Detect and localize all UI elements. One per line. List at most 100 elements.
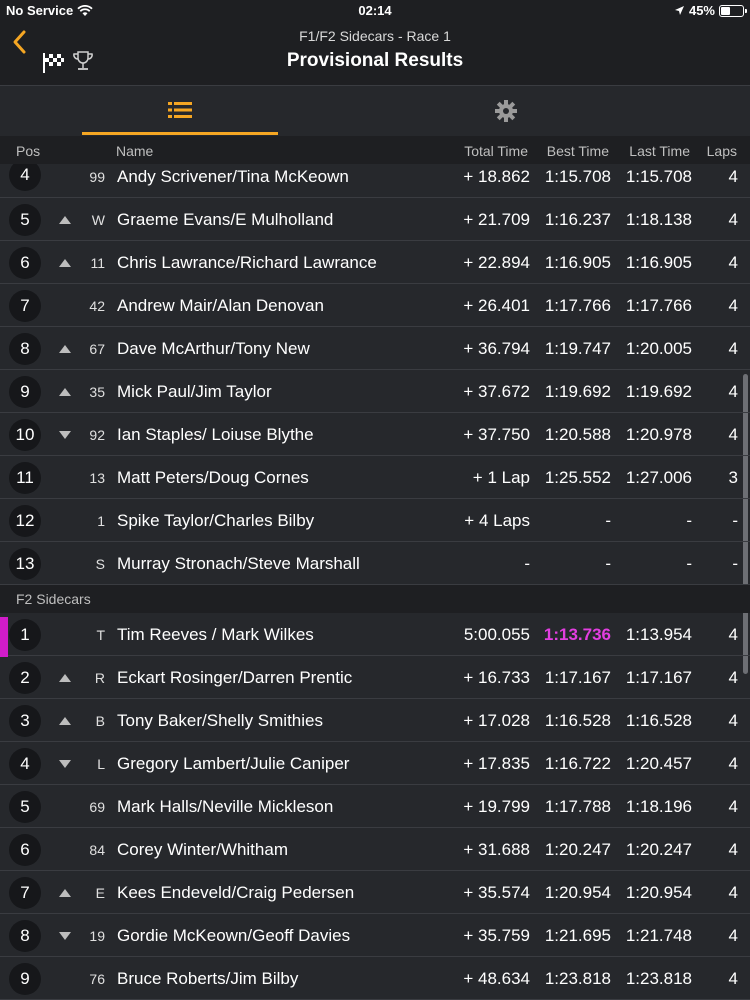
battery-level [721,6,731,15]
col-name[interactable]: Name [116,143,153,159]
position-badge: 6 [9,834,41,866]
position-down-icon [59,760,71,768]
col-pos[interactable]: Pos [16,143,40,159]
last-time: 1:17.167 [625,668,692,687]
driver-name: Ian Staples/ Loiuse Blythe [117,425,314,444]
list-icon [168,101,192,118]
best-time: - [605,511,611,530]
laps-count: 4 [728,382,738,401]
position-badge: 8 [9,920,41,952]
table-row[interactable]: 1 T Tim Reeves / Mark Wilkes 5:00.055 1:13.7… [0,613,750,657]
position-badge: 13 [9,548,41,580]
position-up-icon [59,345,71,353]
position-up-icon [59,717,71,725]
total-time: - [524,554,530,573]
status-bar: No Service 02:14 45% [0,0,750,22]
column-header: Pos Name Total Time Best Time Last Time … [0,136,750,164]
table-row[interactable]: 8 67 Dave McArthur/Tony New + 36.794 1:19.74… [0,327,750,370]
best-time: 1:20.588 [544,425,611,444]
table-row[interactable]: 7 42 Andrew Mair/Alan Denovan + 26.401 1:17.… [0,284,750,327]
col-total-time[interactable]: Total Time [464,143,528,159]
table-row[interactable]: 9 35 Mick Paul/Jim Taylor + 37.672 1:19.692 1… [0,370,750,413]
gear-icon [495,100,517,122]
best-time: 1:19.692 [544,382,611,401]
car-number: E [95,885,105,901]
position-badge: 6 [9,247,41,279]
table-row[interactable]: 4 L Gregory Lambert/Julie Caniper + 17.835 1… [0,742,750,785]
driver-name: Bruce Roberts/Jim Bilby [117,969,299,988]
car-number: 99 [89,169,105,185]
position-badge: 9 [9,376,41,408]
last-time: 1:20.005 [625,339,692,358]
best-time: 1:16.905 [544,253,611,272]
table-row[interactable]: 4 99 Andy Scrivener/Tina McKeown + 18.862 1:… [0,164,750,198]
car-number: 42 [89,298,105,314]
battery-icon [719,4,747,17]
laps-count: 4 [728,339,738,358]
table-row[interactable]: 10 92 Ian Staples/ Loiuse Blythe + 37.750 1:… [0,413,750,456]
position-up-icon [59,388,71,396]
position-badge: 9 [9,963,41,995]
total-time: + 18.862 [463,167,530,186]
best-time: - [605,554,611,573]
laps-count: 4 [728,840,738,859]
table-row[interactable]: 6 11 Chris Lawrance/Richard Lawrance + 22.8… [0,241,750,284]
last-time: - [686,554,692,573]
table-row[interactable]: 8 19 Gordie McKeown/Geoff Davies + 35.759 1:… [0,914,750,957]
table-row[interactable]: 12 1 Spike Taylor/Charles Bilby + 4 Laps - - - [0,499,750,542]
best-time: 1:19.747 [544,339,611,358]
total-time: + 19.799 [463,797,530,816]
driver-name: Murray Stronach/Steve Marshall [117,554,360,573]
driver-name: Andrew Mair/Alan Denovan [117,296,324,315]
best-time: 1:17.167 [544,668,611,687]
table-row[interactable]: 2 R Eckart Rosinger/Darren Prentic + 16.733… [0,656,750,699]
last-time: 1:17.766 [625,296,692,315]
battery-percent: 45% [688,3,715,18]
position-up-icon [59,216,71,224]
tab-settings[interactable] [408,87,604,135]
laps-count: 4 [728,668,738,687]
total-time: + 21.709 [463,210,530,229]
last-time: - [686,511,692,530]
laps-count: 4 [728,167,738,186]
laps-count: 4 [728,711,738,730]
total-time: + 37.672 [463,382,530,401]
car-number: 1 [97,513,105,529]
table-row[interactable]: 13 S Murray Stronach/Steve Marshall - - - - [0,542,750,585]
driver-name: Mark Halls/Neville Mickleson [117,797,334,816]
col-laps[interactable]: Laps [707,143,737,159]
last-time: 1:19.692 [625,382,692,401]
laps-count: 4 [728,253,738,272]
driver-name: Mick Paul/Jim Taylor [117,382,272,401]
car-number: 11 [90,255,105,271]
position-badge: 11 [9,462,41,494]
table-row[interactable]: 5 W Graeme Evans/E Mulholland + 21.709 1:16.… [0,198,750,241]
best-time: 1:23.818 [544,969,611,988]
driver-name: Andy Scrivener/Tina McKeown [117,167,349,186]
position-down-icon [59,431,71,439]
table-row[interactable]: 7 E Kees Endeveld/Craig Pedersen + 35.574 1:… [0,871,750,914]
results-list[interactable]: 4 99 Andy Scrivener/Tina McKeown + 18.862 1:… [0,164,750,1000]
last-time: 1:15.708 [625,167,692,186]
total-time: + 36.794 [463,339,530,358]
driver-name: Dave McArthur/Tony New [117,339,310,358]
table-row[interactable]: 3 B Tony Baker/Shelly Smithies + 17.028 1:16… [0,699,750,742]
table-row[interactable]: 11 13 Matt Peters/Doug Cornes + 1 Lap 1:25.5… [0,456,750,499]
tab-results-list[interactable] [82,87,278,135]
table-row[interactable]: 5 69 Mark Halls/Neville Mickleson + 19.799 1… [0,785,750,828]
col-best-time[interactable]: Best Time [547,143,609,159]
table-row[interactable]: 9 76 Bruce Roberts/Jim Bilby + 48.634 1:23.8… [0,957,750,1000]
total-time: + 17.028 [463,711,530,730]
driver-name: Corey Winter/Whitham [117,840,288,859]
best-time: 1:13.736 [543,625,611,644]
position-badge: 4 [9,164,41,191]
col-last-time[interactable]: Last Time [629,143,690,159]
last-time: 1:20.457 [625,754,692,773]
driver-name: Graeme Evans/E Mulholland [117,210,334,229]
car-number: 92 [89,427,105,443]
car-number: B [95,713,105,729]
table-row[interactable]: 6 84 Corey Winter/Whitham + 31.688 1:20.247 1… [0,828,750,871]
car-number: L [97,756,105,772]
driver-name: Tim Reeves / Mark Wilkes [117,625,314,644]
car-number: R [94,670,105,686]
